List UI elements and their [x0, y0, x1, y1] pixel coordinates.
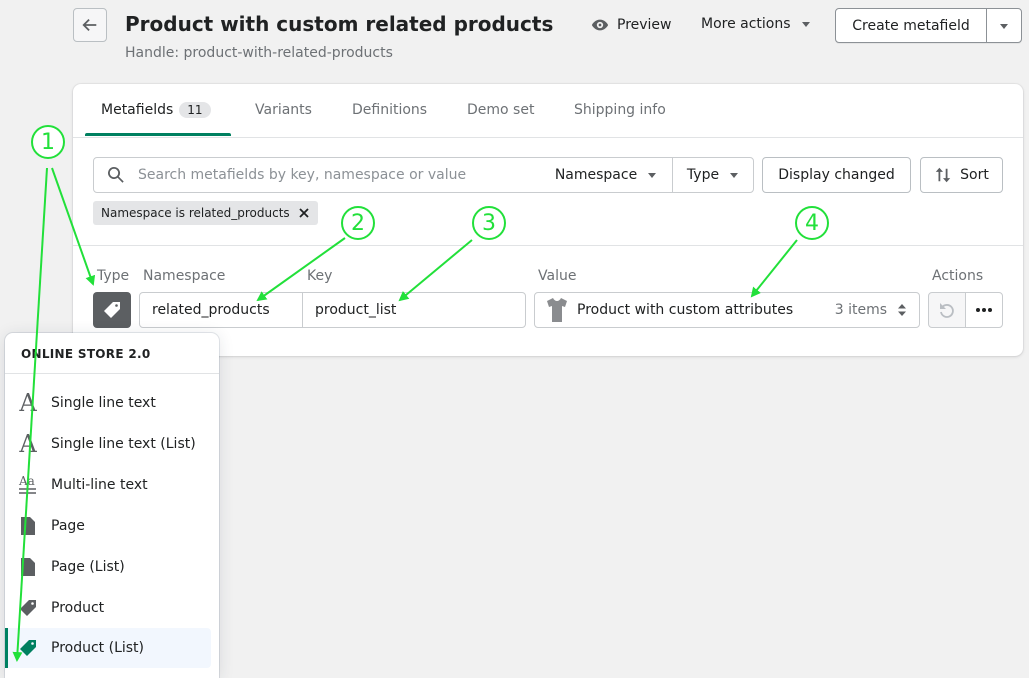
eye-icon	[591, 19, 609, 31]
search-icon	[108, 167, 124, 183]
annotation-marker: 2	[341, 206, 375, 240]
annotation-marker: 3	[472, 206, 506, 240]
namespace-filter-button[interactable]: Namespace	[540, 157, 673, 193]
value-product-selector[interactable]: Product with custom attributes 3 items	[534, 292, 920, 328]
caret-down-icon	[730, 173, 739, 178]
tab-label: Metafields	[101, 102, 174, 118]
page-icon	[5, 557, 51, 577]
type-option-multi-line-text[interactable]: Aa Multi-line text	[5, 465, 211, 505]
arrow-left-icon	[82, 18, 97, 32]
column-header-type: Type	[97, 268, 130, 284]
page-title: Product with custom related products	[125, 12, 554, 36]
sort-label: Sort	[960, 167, 989, 183]
popover-divider	[5, 373, 219, 374]
more-actions-label: More actions	[701, 16, 791, 32]
namespace-filter-label: Namespace	[554, 167, 638, 183]
applied-filter-label: Namespace is related_products	[101, 206, 290, 220]
caret-down-icon	[1000, 23, 1008, 29]
svg-text:Aa: Aa	[18, 474, 35, 488]
ellipsis-icon	[976, 308, 992, 312]
type-option-single-line-text-list[interactable]: A Single line text (List)	[5, 424, 211, 464]
tag-icon	[5, 638, 51, 658]
selected-indicator	[5, 628, 8, 668]
text-icon: A	[19, 389, 37, 417]
close-icon[interactable]	[298, 207, 310, 219]
create-metafield-button[interactable]: Create metafield	[836, 9, 987, 42]
type-option-product[interactable]: Product	[5, 588, 211, 628]
type-filter-button[interactable]: Type	[672, 157, 754, 193]
active-tab-indicator	[85, 133, 231, 136]
column-header-actions: Actions	[932, 268, 984, 284]
option-label: Multi-line text	[51, 477, 148, 493]
type-option-single-line-text[interactable]: A Single line text	[5, 383, 211, 423]
tab-metafields[interactable]: Metafields 11	[101, 102, 211, 118]
option-label: Page	[51, 518, 85, 534]
column-header-namespace: Namespace	[143, 268, 226, 284]
type-option-page-list[interactable]: Page (List)	[5, 547, 211, 587]
type-picker-popover: ONLINE STORE 2.0 A Single line text A Si…	[5, 333, 219, 678]
preview-label: Preview	[617, 17, 672, 33]
column-header-value: Value	[538, 268, 577, 284]
type-option-product-list[interactable]: Product (List)	[5, 628, 211, 668]
key-field[interactable]: product_list	[302, 292, 526, 328]
annotation-marker: 4	[795, 206, 829, 240]
value-label: Product with custom attributes	[577, 302, 794, 318]
value-count: 3 items	[834, 302, 887, 318]
namespace-field[interactable]: related_products	[139, 292, 303, 328]
option-label: Page (List)	[51, 559, 125, 575]
tab-shipping-info[interactable]: Shipping info	[574, 102, 666, 118]
count-badge: 11	[179, 102, 211, 118]
option-label: Single line text (List)	[51, 436, 196, 452]
tag-icon	[104, 302, 120, 318]
type-filter-label: Type	[686, 167, 720, 183]
search-input[interactable]	[136, 166, 541, 184]
sort-icon	[935, 167, 951, 183]
type-selector-button[interactable]	[93, 292, 131, 328]
tab-variants[interactable]: Variants	[255, 102, 312, 118]
page-icon	[5, 516, 51, 536]
sort-button[interactable]: Sort	[920, 157, 1003, 193]
create-metafield-group: Create metafield	[835, 8, 1022, 43]
undo-icon	[940, 303, 954, 318]
display-changed-button[interactable]: Display changed	[762, 157, 911, 193]
popover-heading: ONLINE STORE 2.0	[21, 347, 151, 361]
metafields-card: Metafields 11 Variants Definitions Demo s…	[73, 84, 1023, 356]
caret-down-icon	[801, 22, 810, 27]
more-actions-button[interactable]: More actions	[701, 16, 811, 32]
tab-definitions[interactable]: Definitions	[352, 102, 427, 118]
annotation-marker: 1	[31, 125, 65, 159]
option-label: Product (List)	[51, 640, 145, 656]
tab-demo-set[interactable]: Demo set	[467, 102, 534, 118]
multiline-text-icon: Aa	[5, 474, 51, 496]
applied-filter-tag: Namespace is related_products	[93, 201, 318, 225]
search-field[interactable]	[93, 157, 542, 193]
create-options-dropdown[interactable]	[987, 9, 1021, 42]
handle-text: Handle: product-with-related-products	[125, 45, 393, 61]
revert-button[interactable]	[928, 292, 966, 328]
option-label: Single line text	[51, 395, 156, 411]
preview-button[interactable]: Preview	[591, 16, 672, 34]
select-arrows-icon	[898, 304, 906, 316]
tshirt-icon	[547, 298, 567, 322]
tab-bar: Metafields 11 Variants Definitions Demo s…	[73, 84, 1023, 138]
back-button[interactable]	[73, 8, 107, 42]
more-row-actions-button[interactable]	[965, 292, 1003, 328]
caret-down-icon	[648, 173, 657, 178]
type-option-page[interactable]: Page	[5, 506, 211, 546]
section-divider	[73, 245, 1023, 246]
tag-icon	[5, 598, 51, 618]
text-icon: A	[19, 430, 37, 458]
column-header-key: Key	[307, 268, 333, 284]
option-label: Product	[51, 600, 105, 616]
